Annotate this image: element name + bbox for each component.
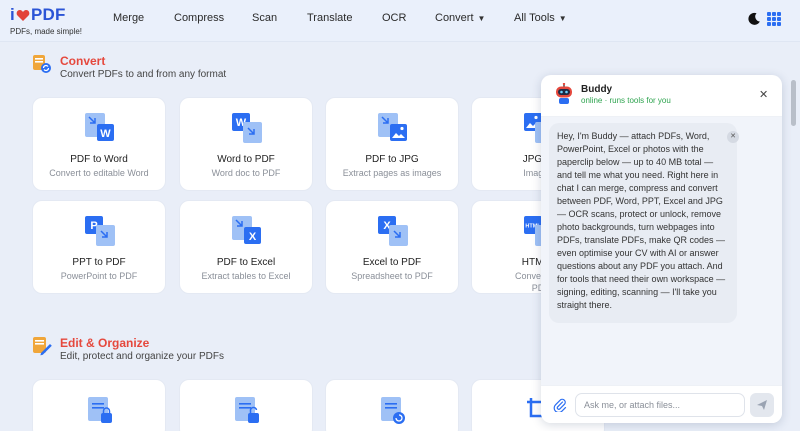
svg-text:X: X [249,231,257,243]
edit-section-header: Edit & Organize Edit, protect and organi… [32,336,292,364]
card-subtitle: Convert to editable Word [49,168,149,178]
card-title: PDF to JPG [365,154,419,165]
logo-suffix: PDF [30,5,66,24]
nav-translate[interactable]: Translate [307,12,352,24]
nav-ocr[interactable]: OCR [382,12,406,24]
excel-file-icon: X [232,216,261,244]
brand-logo[interactable]: i PDF PDFs, made simple! [10,5,83,37]
tool-card-protect[interactable] [32,379,166,431]
chat-message-input[interactable] [575,393,745,417]
card-subtitle: Spreadsheet to PDF [351,271,433,281]
send-button[interactable] [750,393,774,417]
nav-all-tools-dropdown[interactable]: All Tools ▼ [514,12,567,24]
chat-message-bubble: Hey, I'm Buddy — attach PDFs, Word, Powe… [549,123,739,323]
card-title: Excel to PDF [362,257,422,268]
card-subtitle: Word doc to PDF [211,168,281,178]
convert-section-title: Convert [60,54,106,68]
nav-merge[interactable]: Merge [113,12,144,24]
convert-section-header: Convert Convert PDFs to and from any for… [32,54,292,82]
image-file-icon [378,113,407,141]
nav-compress[interactable]: Compress [174,12,224,24]
nav-all-tools-label: All Tools [514,12,555,24]
nav-convert-label: Convert [435,12,474,24]
unlock-file-icon [235,397,259,423]
top-nav: i PDF PDFs, made simple! Merge Compress … [0,0,800,42]
nav-scan[interactable]: Scan [252,12,277,24]
card-title: PPT to PDF [72,257,126,268]
chat-header: Buddy online · runs tools for you ✕ [541,75,782,117]
logo-prefix: i [10,5,15,24]
chat-panel: Buddy online · runs tools for you ✕ Hey,… [541,75,782,423]
tool-card-pdf-to-word[interactable]: W PDF to Word Convert to editable Word [32,97,166,191]
page-scrollbar[interactable] [791,80,796,126]
tool-card-unlock[interactable] [179,379,313,431]
dismiss-message-icon[interactable]: ✕ [727,131,739,143]
lock-file-icon [88,397,112,423]
brand-tagline: PDFs, made simple! [10,27,83,36]
card-title: Word to PDF [217,154,275,165]
edit-section-title: Edit & Organize [60,336,150,350]
paperclip-icon[interactable] [553,398,567,412]
apps-grid-icon[interactable] [767,12,781,26]
convert-section-subtitle: Convert PDFs to and from any format [60,69,227,80]
edit-section-subtitle: Edit, protect and organize your PDFs [60,351,224,362]
card-subtitle: Extract pages as images [342,168,442,178]
nav-convert-dropdown[interactable]: Convert ▼ [435,12,485,24]
moon-icon[interactable] [747,12,761,26]
card-title: PDF to Excel [216,257,276,268]
tool-card-ppt-to-pdf[interactable]: P PPT to PDF PowerPoint to PDF [32,200,166,294]
rotate-file-icon [381,397,405,424]
word-file-icon: W [232,113,262,143]
chat-message-text: Hey, I'm Buddy — attach PDFs, Word, Powe… [557,131,726,310]
powerpoint-file-icon: P [85,216,115,246]
svg-text:W: W [100,128,111,140]
chat-composer [541,385,782,423]
word-file-icon: W [85,113,114,141]
tool-card-rotate[interactable] [325,379,459,431]
chat-bot-status: online · runs tools for you [581,96,671,105]
close-icon[interactable]: ✕ [759,88,768,101]
excel-file-icon: X [378,216,408,246]
chevron-down-icon: ▼ [558,14,567,23]
edit-section-icon [33,337,52,356]
chevron-down-icon: ▼ [477,14,486,23]
card-subtitle: PowerPoint to PDF [60,271,138,281]
send-icon [757,400,767,410]
chat-messages: Hey, I'm Buddy — attach PDFs, Word, Powe… [541,117,782,385]
convert-section-icon [33,55,51,73]
tool-card-pdf-to-excel[interactable]: X PDF to Excel Extract tables to Excel [179,200,313,294]
tool-card-excel-to-pdf[interactable]: X Excel to PDF Spreadsheet to PDF [325,200,459,294]
tool-card-word-to-pdf[interactable]: W Word to PDF Word doc to PDF [179,97,313,191]
chat-bot-name: Buddy [581,84,613,95]
tool-card-pdf-to-jpg[interactable]: PDF to JPG Extract pages as images [325,97,459,191]
heart-icon [16,9,30,21]
card-subtitle: Extract tables to Excel [201,271,291,281]
robot-avatar-icon [556,83,572,104]
card-title: PDF to Word [70,154,128,165]
